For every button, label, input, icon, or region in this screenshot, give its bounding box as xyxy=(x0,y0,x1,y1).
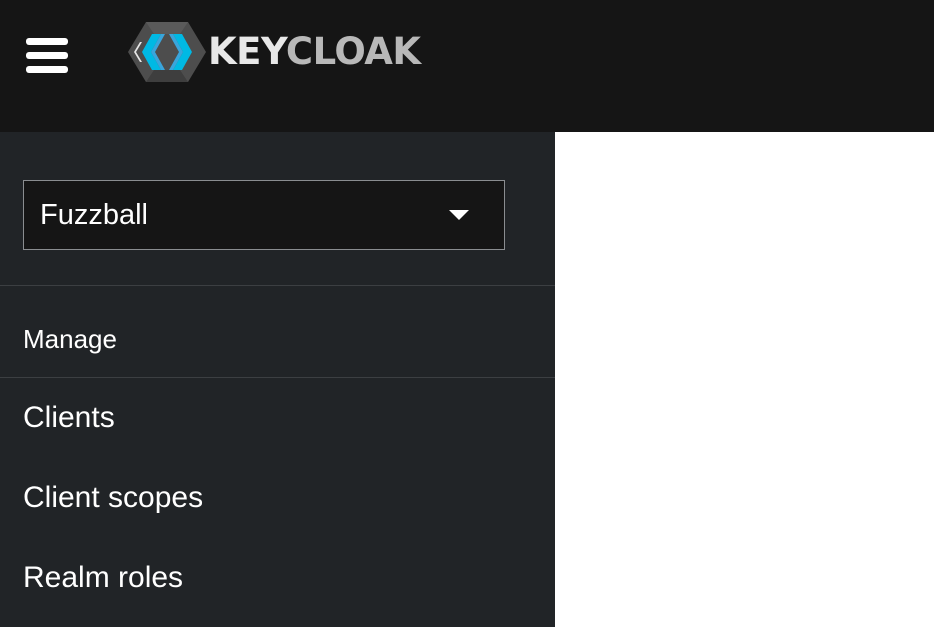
sidebar-item-label: Realm roles xyxy=(23,561,184,594)
hamburger-line xyxy=(26,66,68,73)
hamburger-line xyxy=(26,52,68,59)
caret-down-icon xyxy=(449,210,469,220)
logo-text-cloak: CLOAK xyxy=(285,30,421,73)
hamburger-menu-icon[interactable] xyxy=(22,34,72,78)
keycloak-logo-icon xyxy=(128,22,206,82)
sidebar-item-client-scopes[interactable]: Client scopes xyxy=(0,466,555,530)
hamburger-line xyxy=(26,38,68,45)
keycloak-wordmark: KEYCLOAK xyxy=(208,20,421,84)
keycloak-logo[interactable]: KEYCLOAK xyxy=(128,20,421,84)
divider xyxy=(0,377,555,378)
main-content-area xyxy=(555,132,934,627)
realm-selector-dropdown[interactable]: Fuzzball xyxy=(23,180,505,250)
logo-text-key: KEY xyxy=(208,30,286,73)
sidebar-nav: Fuzzball Manage Clients Client scopes Re… xyxy=(0,132,555,627)
sidebar-item-label: Clients xyxy=(23,401,115,434)
sidebar-item-realm-roles[interactable]: Realm roles xyxy=(0,546,555,610)
masthead: KEYCLOAK xyxy=(0,0,934,132)
sidebar-item-clients[interactable]: Clients xyxy=(0,386,555,450)
sidebar-item-label: Client scopes xyxy=(23,481,204,514)
realm-selector-value: Fuzzball xyxy=(40,199,148,231)
divider xyxy=(0,285,555,286)
nav-section-manage: Manage xyxy=(23,324,117,354)
